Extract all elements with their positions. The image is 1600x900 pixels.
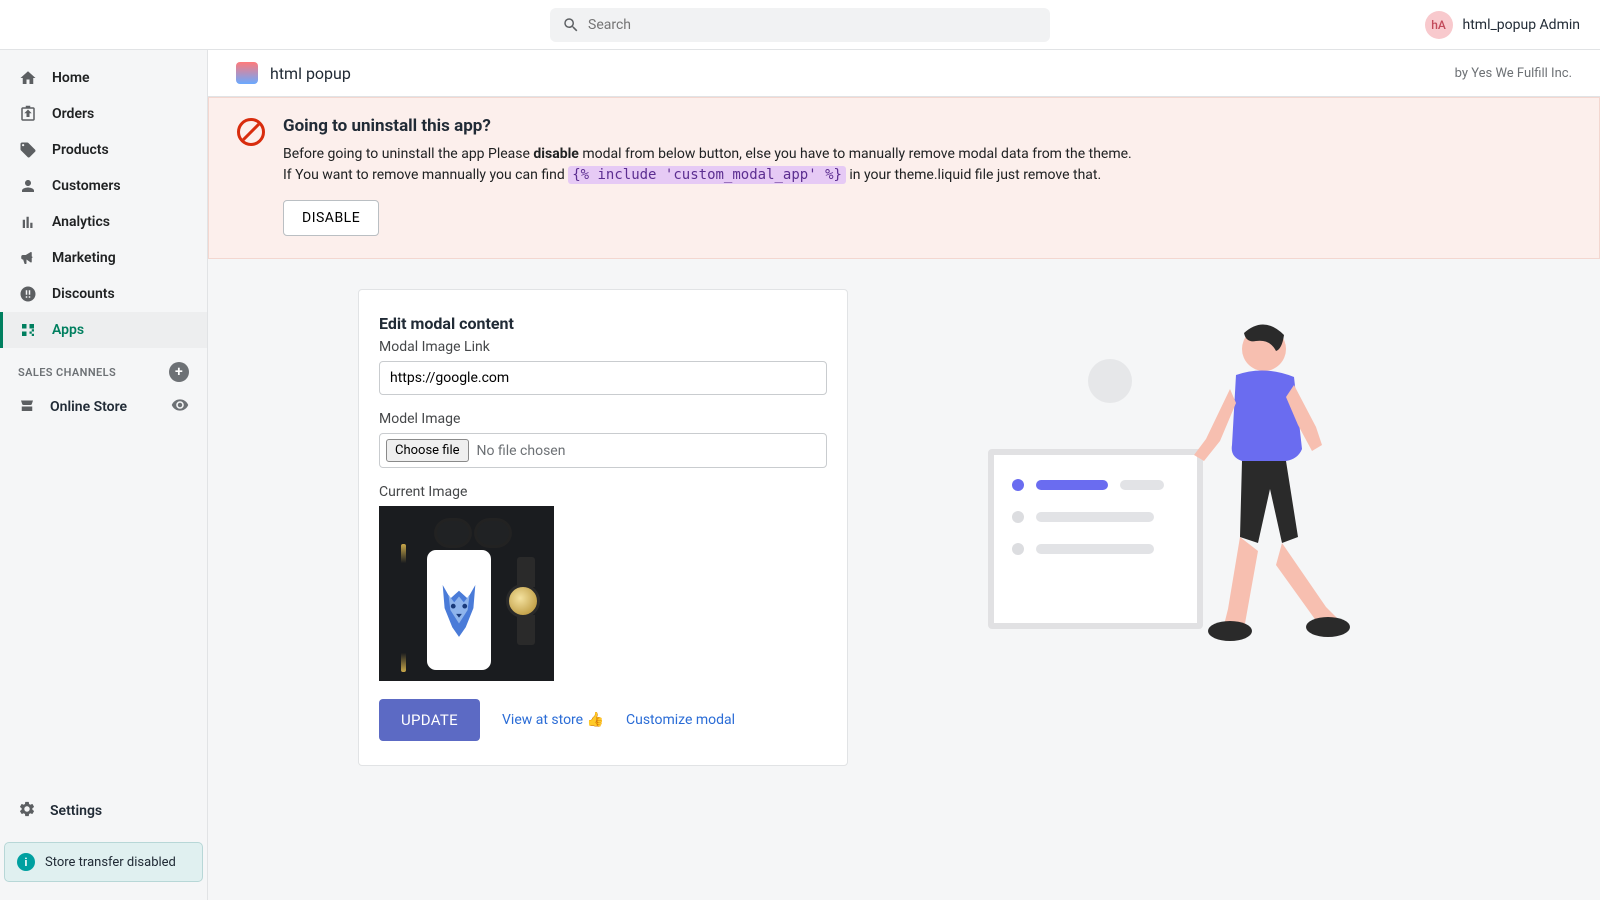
prohibit-icon [237,118,265,146]
home-icon [18,68,38,88]
phone-graphic [427,550,491,670]
file-status-text: No file chosen [477,443,566,459]
warning-title: Going to uninstall this app? [283,116,1132,136]
disable-button[interactable]: DISABLE [283,200,379,236]
sidebar-item-label: Products [52,142,109,158]
sidebar-item-marketing[interactable]: Marketing [0,240,207,276]
image-link-label: Modal Image Link [379,339,827,355]
apps-icon [18,320,38,340]
current-image-preview [379,506,554,681]
sidebar-item-orders[interactable]: Orders [0,96,207,132]
current-image-label: Current Image [379,484,827,500]
list-panel-graphic [988,449,1203,629]
search-icon [562,16,580,34]
sidebar-item-label: Customers [52,178,121,194]
avatar: hA [1425,11,1453,39]
sidebar: Home Orders Products Customers Analytics… [0,50,208,900]
image-link-input[interactable] [379,361,827,395]
glasses-graphic [434,518,512,542]
section-label: SALES CHANNELS [18,366,116,379]
choose-file-button[interactable]: Choose file [386,439,469,462]
search-box[interactable] [550,8,1050,42]
edit-modal-card: Edit modal content Modal Image Link Mode… [358,289,848,766]
settings-label: Settings [50,803,102,819]
customize-modal-link[interactable]: Customize modal [626,712,735,728]
sidebar-item-analytics[interactable]: Analytics [0,204,207,240]
person-icon [18,176,38,196]
search-container [550,8,1050,42]
sidebar-item-label: Home [52,70,90,86]
update-button[interactable]: UPDATE [379,699,480,741]
sidebar-item-label: Apps [52,322,84,338]
sales-channels-header: SALES CHANNELS + [0,348,207,388]
transfer-notice-text: Store transfer disabled [45,855,176,870]
warning-line-1: Before going to uninstall the app Please… [283,144,1132,165]
person-graphic [1186,319,1356,649]
add-channel-button[interactable]: + [169,362,189,382]
info-icon: i [17,853,35,871]
sidebar-item-discounts[interactable]: Discounts [0,276,207,312]
app-logo-icon [236,62,258,84]
tag-icon [18,140,38,160]
search-input[interactable] [588,17,1038,33]
file-input-row[interactable]: Choose file No file chosen [379,433,827,468]
model-image-label: Model Image [379,411,827,427]
sidebar-item-customers[interactable]: Customers [0,168,207,204]
sidebar-item-online-store[interactable]: Online Store [0,388,207,426]
store-icon [18,396,36,418]
store-transfer-notice: i Store transfer disabled [4,842,203,882]
orders-icon [18,104,38,124]
view-at-store-link[interactable]: View at store 👍 [502,712,604,728]
discount-icon [18,284,38,304]
sidebar-item-home[interactable]: Home [0,60,207,96]
sun-graphic [1088,359,1132,403]
illustration [958,359,1378,719]
sidebar-item-apps[interactable]: Apps [0,312,207,348]
sidebar-item-settings[interactable]: Settings [0,786,207,836]
wolf-art-icon [435,580,483,640]
uninstall-warning: Going to uninstall this app? Before goin… [208,97,1600,259]
top-bar: hA html_popup Admin [0,0,1600,50]
warning-line-2: If You want to remove mannually you can … [283,165,1132,186]
main-content: html popup by Yes We Fulfill Inc. Going … [208,50,1600,900]
sidebar-item-label: Marketing [52,250,116,266]
liquid-code-snippet: {% include 'custom_modal_app' %} [568,166,846,184]
app-header: html popup by Yes We Fulfill Inc. [208,50,1600,97]
preview-icon[interactable] [171,396,189,418]
gear-icon [18,800,36,822]
channel-label: Online Store [50,399,127,415]
form-heading: Edit modal content [379,314,827,333]
app-vendor: by Yes We Fulfill Inc. [1455,66,1572,81]
app-title: html popup [270,64,351,83]
sidebar-item-label: Discounts [52,286,115,302]
sidebar-item-label: Orders [52,106,94,122]
megaphone-icon [18,248,38,268]
sidebar-item-products[interactable]: Products [0,132,207,168]
watch-graphic [506,584,540,618]
pen-graphic [401,544,406,672]
user-name: html_popup Admin [1463,17,1581,33]
analytics-icon [18,212,38,232]
sidebar-item-label: Analytics [52,214,110,230]
user-block[interactable]: hA html_popup Admin [1425,11,1581,39]
